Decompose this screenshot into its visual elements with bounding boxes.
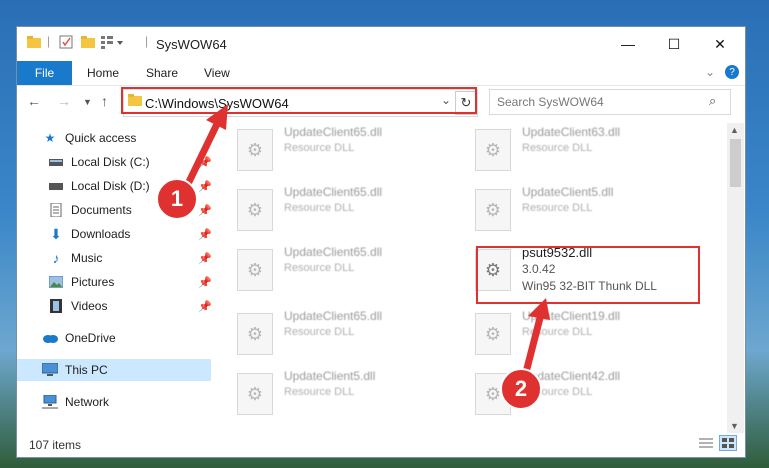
arrow-1-shaft — [182, 118, 222, 192]
annotation-arrows — [182, 104, 550, 384]
arrow-2-head — [528, 298, 550, 320]
callout-1: 1 — [156, 178, 198, 220]
callout-2: 2 — [500, 368, 542, 410]
